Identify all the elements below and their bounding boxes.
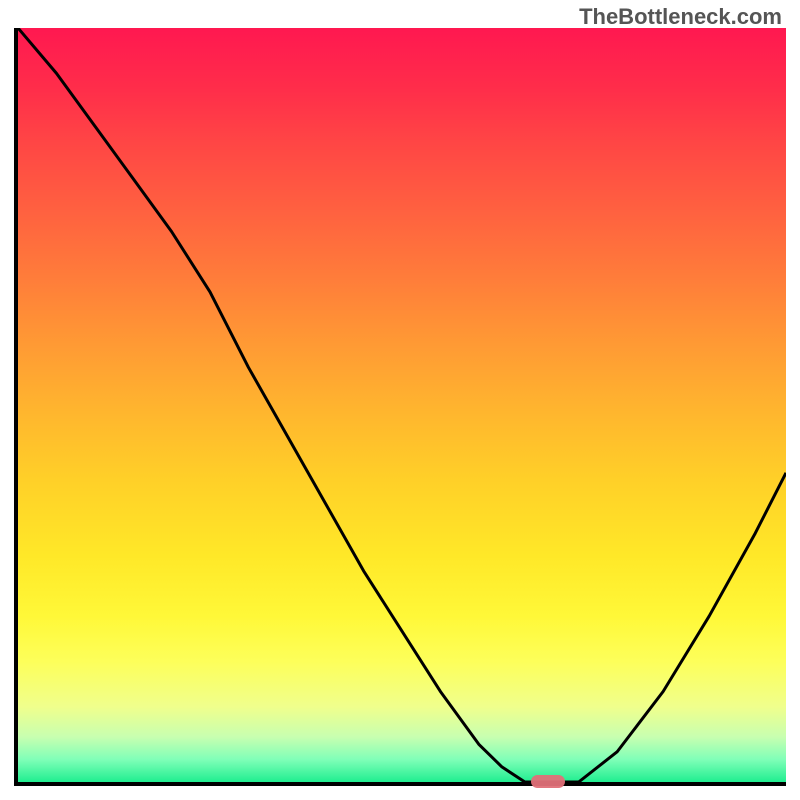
watermark-text: TheBottleneck.com xyxy=(579,4,782,30)
optimal-point-marker xyxy=(531,775,565,788)
chart-plot-area xyxy=(14,28,786,786)
chart-background-gradient xyxy=(18,28,786,782)
